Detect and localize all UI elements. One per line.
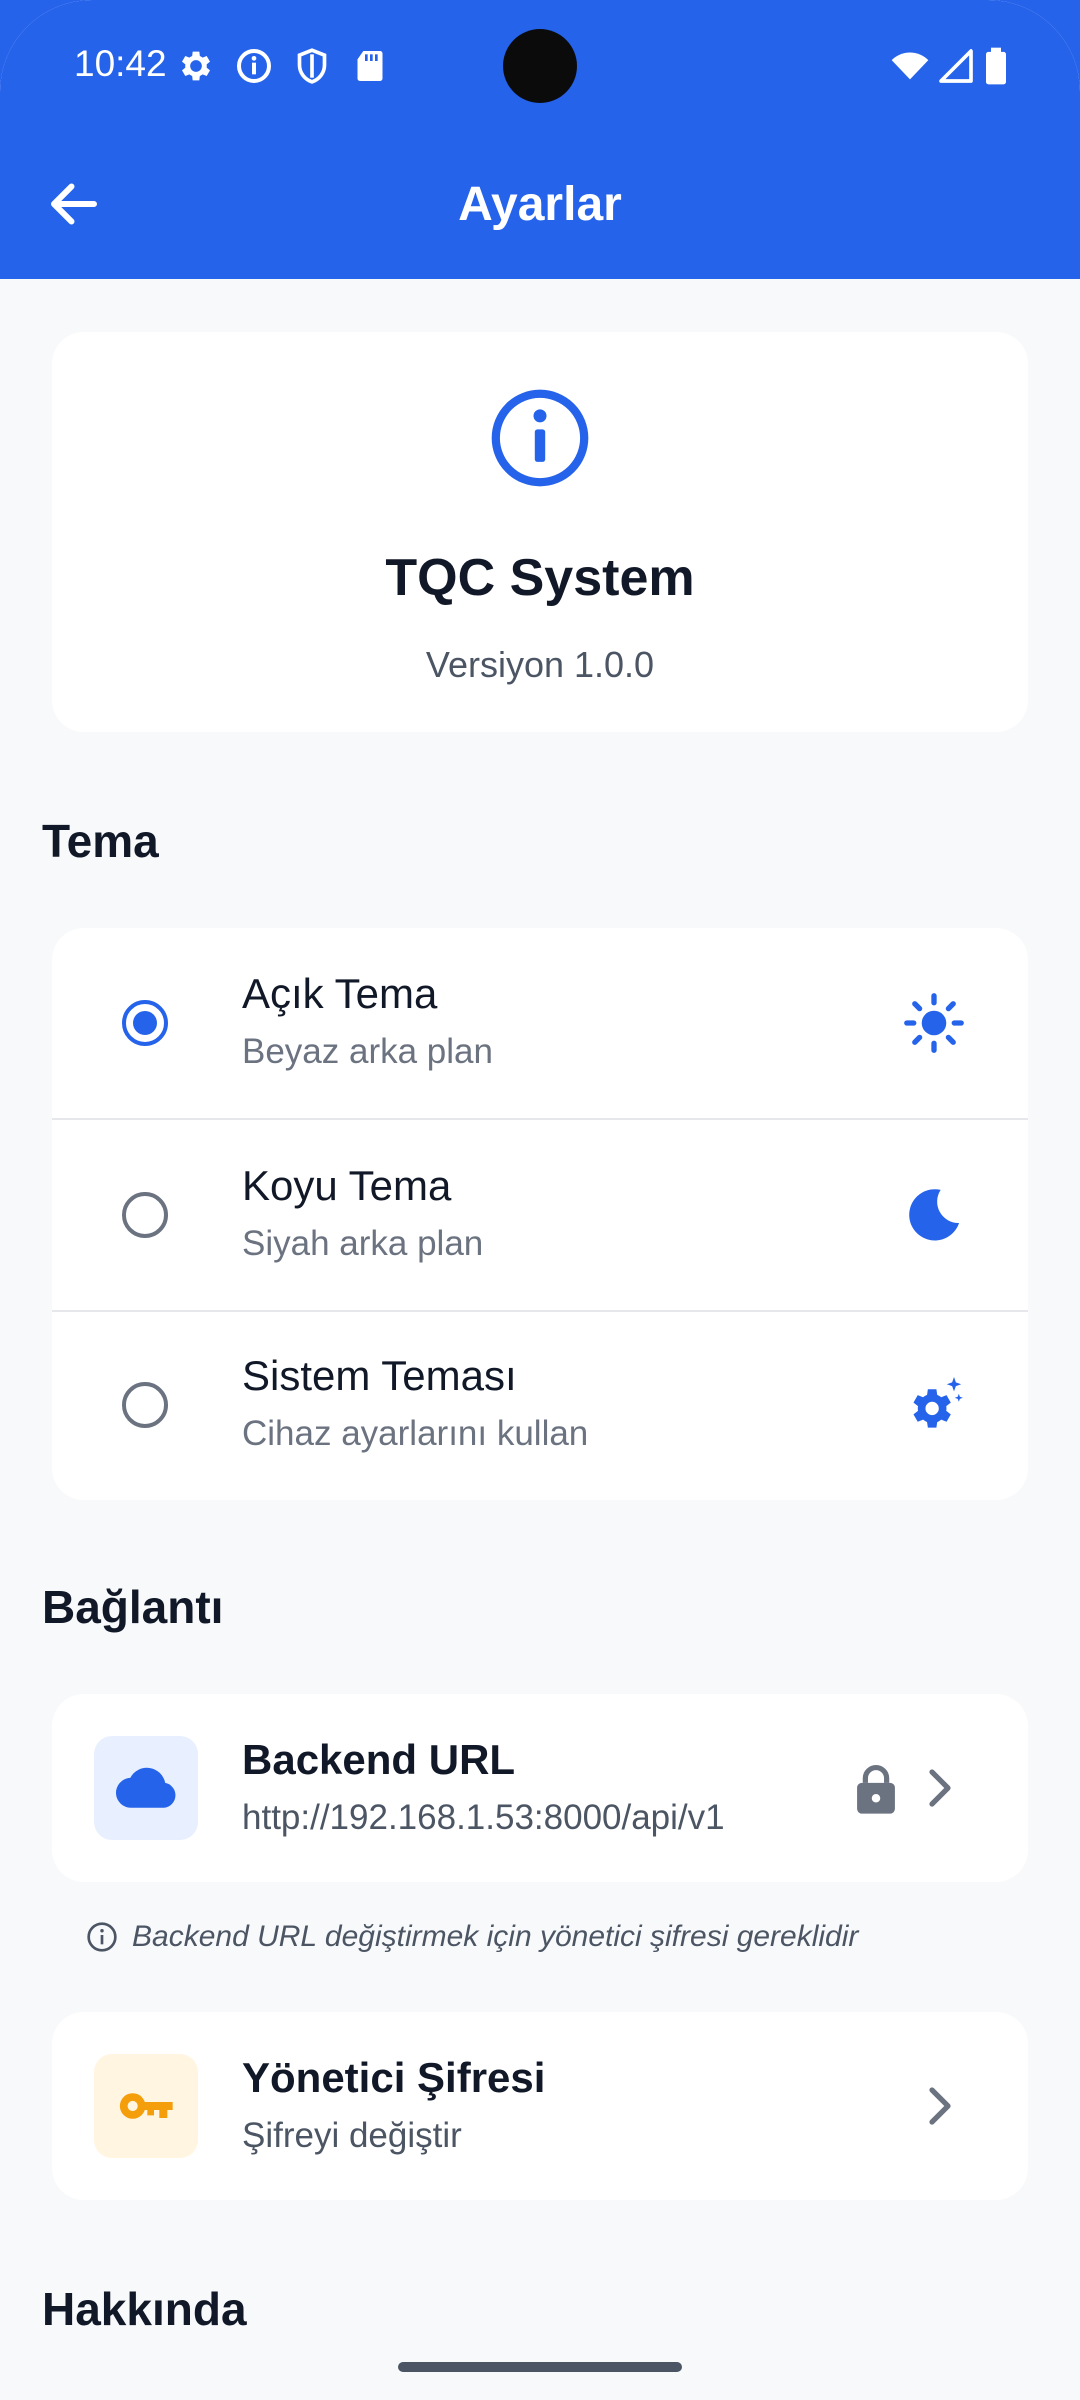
backend-url-hint: Backend URL değiştirmek için yönetici şi… [132, 1920, 859, 1953]
theme-option-subtitle: Siyah arka plan [242, 1224, 484, 1263]
gear-sparkle-icon [913, 1377, 963, 1428]
theme-option-title: Sistem Teması [242, 1352, 517, 1399]
backend-url-title: Backend URL [242, 1736, 516, 1783]
section-title-connection: Bağlantı [42, 1581, 224, 1633]
cloud-icon [115, 1767, 176, 1808]
lock-icon [857, 1765, 895, 1814]
top-app-bar: 10:42 Ayarlar [0, 0, 1080, 279]
radio-button[interactable] [122, 1382, 168, 1428]
settings-screen: 10:42 Ayarlar TQC System Versiyon 1.0.0 … [0, 0, 1080, 2400]
backend-url-card[interactable]: Backend URL http://192.168.1.53:8000/api… [52, 1694, 1028, 1882]
app-version: Versiyon 1.0.0 [425, 644, 655, 685]
theme-option-title: Koyu Tema [242, 1162, 452, 1209]
status-bar: 10:42 [0, 0, 1080, 130]
admin-password-title: Yönetici Şifresi [242, 2054, 546, 2101]
status-time: 10:42 [74, 43, 167, 84]
info-icon [87, 1922, 117, 1952]
page-title: Ayarlar [458, 178, 622, 231]
key-icon [119, 2093, 173, 2119]
chevron-right-icon[interactable] [920, 2082, 960, 2130]
backend-icon-tile [94, 1736, 198, 1840]
signal-icon [939, 49, 973, 83]
home-indicator[interactable] [398, 2362, 682, 2372]
chevron-right-icon[interactable] [920, 1764, 960, 1812]
radio-button[interactable] [122, 1192, 168, 1238]
theme-option-light[interactable]: Açık Tema Beyaz arka plan [52, 928, 1028, 1118]
sd-card-icon [357, 51, 383, 81]
info-icon [237, 49, 271, 83]
theme-option-subtitle: Cihaz ayarlarını kullan [242, 1414, 589, 1453]
wifi-icon [891, 52, 929, 80]
radio-button-selected[interactable] [122, 1000, 168, 1046]
sun-icon [904, 993, 964, 1053]
shield-icon [297, 48, 327, 84]
camera-cutout [503, 29, 577, 103]
theme-option-subtitle: Beyaz arka plan [242, 1032, 493, 1071]
theme-option-title: Açık Tema [242, 970, 438, 1017]
settings-icon [182, 51, 210, 81]
section-title-theme: Tema [42, 815, 159, 867]
battery-icon [986, 47, 1006, 85]
backend-url-value: http://192.168.1.53:8000/api/v1 [242, 1798, 725, 1837]
moon-icon [909, 1189, 960, 1241]
admin-password-subtitle: Şifreyi değiştir [242, 2116, 462, 2155]
section-title-about: Hakkında [42, 2283, 247, 2335]
info-icon [491, 389, 589, 487]
theme-option-system[interactable]: Sistem Teması Cihaz ayarlarını kullan [52, 1310, 1028, 1500]
theme-options-card: Açık Tema Beyaz arka plan Koyu Tema Siya… [52, 928, 1028, 1500]
app-name: TQC System [385, 549, 695, 607]
theme-option-dark[interactable]: Koyu Tema Siyah arka plan [52, 1118, 1028, 1308]
admin-password-card[interactable]: Yönetici Şifresi Şifreyi değiştir [52, 2012, 1028, 2200]
admin-icon-tile [94, 2054, 198, 2158]
